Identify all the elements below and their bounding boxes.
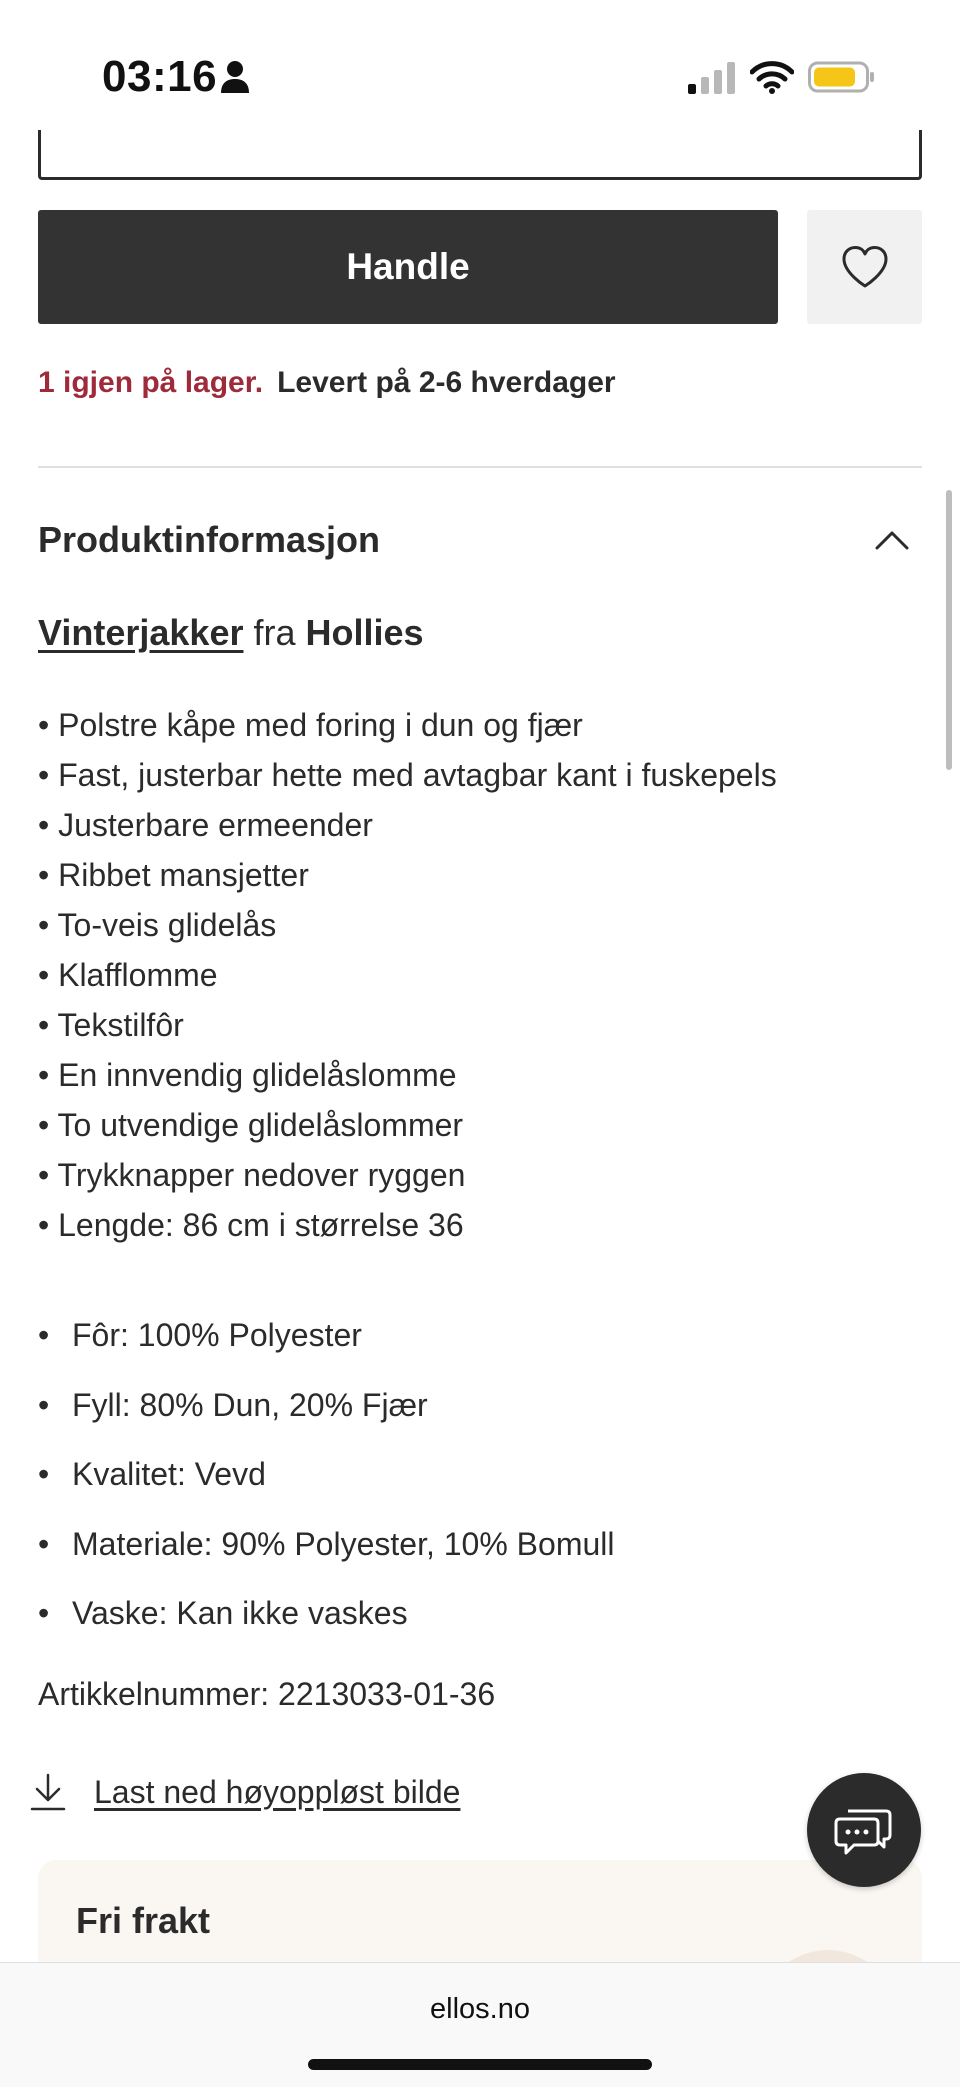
browser-address-bar[interactable]: ellos.no bbox=[0, 1962, 960, 2087]
category-link[interactable]: Vinterjakker bbox=[38, 612, 243, 653]
battery-icon bbox=[808, 61, 874, 93]
spec-item: • Fôr: 100% Polyester bbox=[38, 1310, 614, 1380]
delivery-time: Levert på 2-6 hverdager bbox=[277, 366, 616, 399]
bullet: • bbox=[38, 1386, 50, 1423]
list-item: • Justerbare ermeender bbox=[38, 807, 373, 843]
status-bar: 03:16 bbox=[0, 0, 960, 150]
from-text: fra bbox=[253, 612, 296, 653]
list-item: • To-veis glidelås bbox=[38, 907, 277, 943]
spec-item: • Vaske: Kan ikke vaskes bbox=[38, 1588, 614, 1658]
category-line: Vinterjakker fra Hollies bbox=[38, 612, 424, 654]
download-image-link[interactable]: Last ned høyoppløst bilde bbox=[30, 1772, 460, 1812]
promo-title: Fri frakt bbox=[76, 1900, 211, 1941]
spec-item: • Kvalitet: Vevd bbox=[38, 1449, 614, 1519]
size-select-field[interactable] bbox=[38, 130, 922, 180]
bullet: • bbox=[38, 1317, 50, 1353]
spec-text: Vaske: Kan ikke vaskes bbox=[72, 1595, 408, 1631]
stock-status: 1 igjen på lager. Levert på 2-6 hverdager bbox=[38, 366, 616, 400]
bullet: • bbox=[38, 1456, 50, 1492]
spec-text: Fyll: 80% Dun, 20% Fjær bbox=[72, 1386, 428, 1423]
heart-icon bbox=[842, 246, 887, 288]
spec-list: • Fôr: 100% Polyester • Fyll: 80% Dun, 20%… bbox=[38, 1310, 614, 1658]
spec-item: • Materiale: 90% Polyester, 10% Bomull bbox=[38, 1519, 614, 1589]
chat-button[interactable] bbox=[807, 1773, 921, 1887]
favorite-button[interactable] bbox=[807, 210, 922, 324]
feature-list: • Polstre kåpe med foring i dun og fjær … bbox=[38, 700, 777, 1250]
list-item: • Polstre kåpe med foring i dun og fjær bbox=[38, 707, 583, 743]
list-item: • En innvendig glidelåslomme bbox=[38, 1057, 457, 1093]
chat-icon bbox=[834, 1809, 892, 1855]
wifi-icon bbox=[750, 61, 794, 94]
spec-text: Materiale: 90% Polyester, 10% Bomull bbox=[72, 1525, 615, 1562]
bullet: • bbox=[38, 1525, 50, 1562]
list-item: • Lengde: 86 cm i størrelse 36 bbox=[38, 1207, 464, 1243]
brand-name: Hollies bbox=[305, 612, 424, 653]
download-label[interactable]: Last ned høyoppløst bilde bbox=[94, 1774, 460, 1811]
stock-count: 1 igjen på lager. bbox=[38, 366, 264, 399]
article-number: Artikkelnummer: 2213033-01-36 bbox=[38, 1676, 496, 1712]
download-icon bbox=[30, 1773, 66, 1811]
list-item: • Trykknapper nedover ryggen bbox=[38, 1157, 466, 1193]
list-item: • Fast, justerbar hette med avtagbar kan… bbox=[38, 757, 777, 793]
divider bbox=[38, 466, 922, 468]
spec-text: Kvalitet: Vevd bbox=[72, 1456, 266, 1492]
url-text[interactable]: ellos.no bbox=[0, 1993, 960, 2026]
product-info-toggle[interactable]: Produktinformasjon bbox=[38, 510, 922, 570]
spec-text: Fôr: 100% Polyester bbox=[72, 1317, 362, 1353]
list-item: • Tekstilfôr bbox=[38, 1007, 184, 1043]
scrollbar[interactable] bbox=[946, 490, 952, 770]
status-time: 03:16 bbox=[102, 52, 218, 101]
list-item: • Ribbet mansjetter bbox=[38, 857, 309, 893]
buy-button[interactable]: Handle bbox=[38, 210, 778, 324]
bullet: • bbox=[38, 1595, 50, 1631]
home-indicator bbox=[308, 2059, 652, 2070]
list-item: • Klafflomme bbox=[38, 957, 218, 993]
list-item: • To utvendige glidelåslommer bbox=[38, 1107, 464, 1143]
signal-icon bbox=[688, 62, 735, 94]
section-title: Produktinformasjon bbox=[38, 519, 381, 560]
chevron-up-icon bbox=[875, 531, 909, 550]
spec-item: • Fyll: 80% Dun, 20% Fjær bbox=[38, 1380, 614, 1450]
person-icon bbox=[221, 61, 249, 93]
